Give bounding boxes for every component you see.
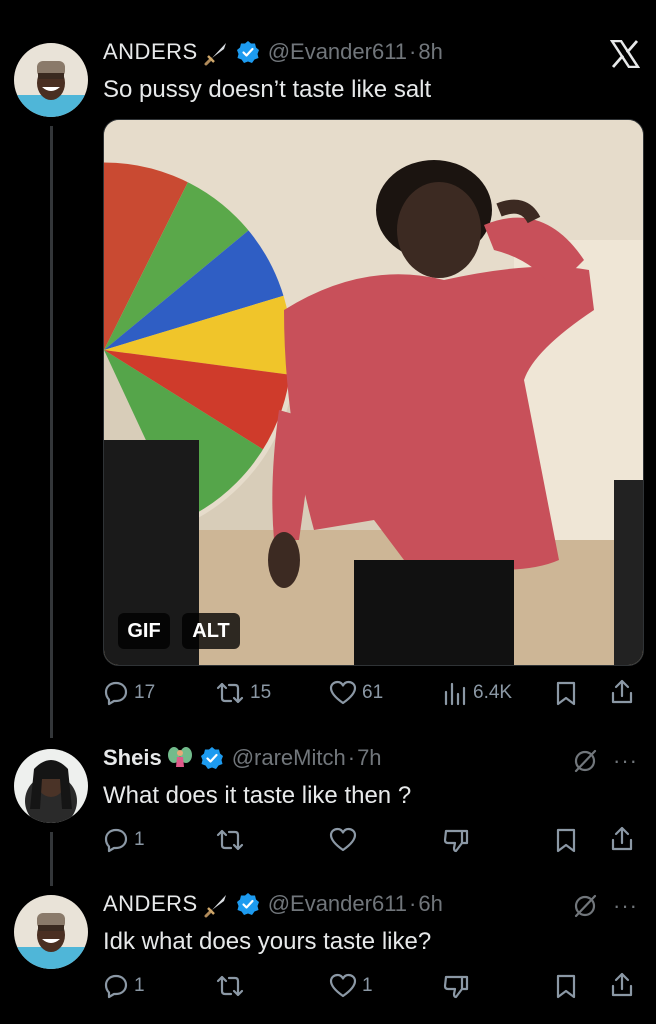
share-icon xyxy=(611,679,633,704)
separator: · xyxy=(409,39,417,64)
avatar[interactable] xyxy=(14,749,88,823)
bookmark-icon xyxy=(556,681,576,706)
repost-icon xyxy=(216,975,244,997)
alt-text-badge[interactable]: ALT xyxy=(182,613,240,649)
gif-badge: GIF xyxy=(118,613,170,649)
display-name[interactable]: ANDERS xyxy=(103,891,198,917)
timestamp[interactable]: 8h xyxy=(418,39,442,65)
post-text: What does it taste like then ? xyxy=(103,782,412,809)
avatar[interactable] xyxy=(14,43,88,117)
dislike-button[interactable] xyxy=(442,973,470,999)
analytics-icon xyxy=(444,682,466,706)
views-count: 6.4K xyxy=(473,682,513,703)
repost-button[interactable]: 15 xyxy=(215,680,271,706)
like-button[interactable]: 1 xyxy=(329,973,373,999)
thumbs-down-icon xyxy=(443,975,469,999)
more-options-icon[interactable]: ··· xyxy=(613,748,638,774)
heart-icon xyxy=(329,827,357,852)
post-header: ANDERS @Evander611 · 6h xyxy=(103,891,443,918)
reply-icon xyxy=(104,974,128,999)
reply-count: 1 xyxy=(134,829,145,850)
repost-icon xyxy=(216,829,244,851)
action-bar: 17 15 61 6.4K xyxy=(103,676,643,710)
post-text: Idk what does yours taste like? xyxy=(103,928,432,955)
like-count: 61 xyxy=(362,682,384,703)
post-header: Sheis @rareMitch · 7h xyxy=(103,745,382,771)
gif-frame xyxy=(104,120,643,665)
fairy-icon xyxy=(166,745,192,771)
handle[interactable]: @rareMitch xyxy=(232,745,346,771)
thumbs-down-icon xyxy=(443,829,469,853)
repost-button[interactable] xyxy=(215,973,245,999)
handle[interactable]: @Evander611 xyxy=(268,891,407,917)
dagger-icon xyxy=(202,39,228,66)
timestamp[interactable]: 6h xyxy=(418,891,442,917)
reply-icon xyxy=(104,828,128,853)
share-button[interactable] xyxy=(609,971,635,999)
reply-icon xyxy=(104,681,128,706)
handle[interactable]: @Evander611 xyxy=(268,39,407,65)
gif-media[interactable] xyxy=(103,119,644,666)
share-button[interactable] xyxy=(609,678,635,706)
verified-badge-icon[interactable] xyxy=(200,746,224,770)
heart-icon xyxy=(329,680,357,705)
separator: · xyxy=(347,745,356,770)
x-logo-icon[interactable] xyxy=(609,39,642,70)
avatar[interactable] xyxy=(14,895,88,969)
repost-count: 15 xyxy=(250,682,272,703)
post-header: ANDERS @Evander611 · 8h xyxy=(103,39,443,66)
repost-icon xyxy=(216,682,244,704)
timestamp[interactable]: 7h xyxy=(357,745,381,771)
display-name[interactable]: ANDERS xyxy=(103,39,198,65)
like-button[interactable]: 61 xyxy=(329,680,383,706)
reply-button[interactable]: 17 xyxy=(103,680,155,706)
reply-button[interactable]: 1 xyxy=(103,827,145,853)
share-button[interactable] xyxy=(609,825,635,853)
share-icon xyxy=(611,826,633,851)
reply-count: 1 xyxy=(134,975,145,996)
reply-button[interactable]: 1 xyxy=(103,973,145,999)
grok-icon[interactable] xyxy=(571,747,599,780)
thread-line xyxy=(50,832,53,886)
post-text: So pussy doesn’t taste like salt xyxy=(103,76,432,103)
action-bar: 1 1 xyxy=(103,969,643,1003)
dislike-button[interactable] xyxy=(442,827,470,853)
repost-button[interactable] xyxy=(215,827,245,853)
display-name[interactable]: Sheis xyxy=(103,745,162,771)
thread-line xyxy=(50,126,53,738)
grok-icon[interactable] xyxy=(571,892,599,925)
views-button[interactable]: 6.4K xyxy=(442,680,512,706)
like-button[interactable] xyxy=(329,827,357,853)
bookmark-button[interactable] xyxy=(554,680,578,706)
bookmark-icon xyxy=(556,974,576,999)
more-options-icon[interactable]: ··· xyxy=(613,893,638,919)
action-bar: 1 xyxy=(103,823,643,857)
bookmark-button[interactable] xyxy=(554,827,578,853)
verified-badge-icon[interactable] xyxy=(236,892,260,916)
heart-icon xyxy=(329,973,357,998)
like-count: 1 xyxy=(362,975,373,996)
bookmark-icon xyxy=(556,828,576,853)
bookmark-button[interactable] xyxy=(554,973,578,999)
reply-count: 17 xyxy=(134,682,156,703)
verified-badge-icon[interactable] xyxy=(236,40,260,64)
dagger-icon xyxy=(202,891,228,918)
share-icon xyxy=(611,972,633,997)
separator: · xyxy=(409,891,417,916)
